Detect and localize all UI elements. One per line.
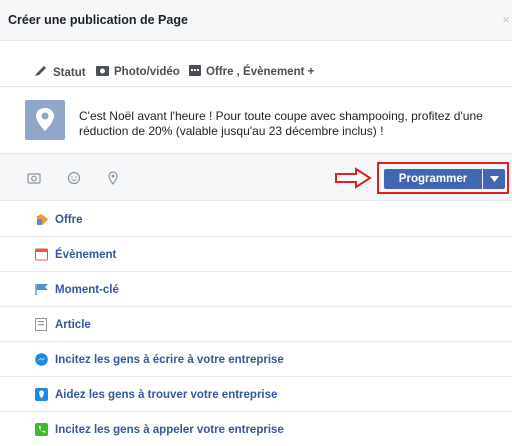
option-trouver[interactable]: Aidez les gens à trouver votre entrepris… xyxy=(0,379,512,412)
option-label: Évènement xyxy=(55,249,117,261)
schedule-highlight: Programmer xyxy=(377,162,509,194)
tab-label: Photo/vidéo xyxy=(114,66,180,78)
post-text-input[interactable]: C'est Noël avant l'heure ! Pour toute co… xyxy=(79,109,504,139)
post-composer: C'est Noël avant l'heure ! Pour toute co… xyxy=(0,87,512,152)
option-label: Incitez les gens à écrire à votre entrep… xyxy=(55,354,284,366)
option-label: Offre xyxy=(55,214,83,226)
phone-icon xyxy=(35,423,48,436)
pencil-icon xyxy=(34,65,48,80)
location-icon[interactable] xyxy=(106,171,120,185)
tab-offre-evenement[interactable]: Offre , Évènement + xyxy=(189,65,314,79)
tab-statut[interactable]: Statut xyxy=(34,65,86,80)
messenger-icon xyxy=(35,353,48,366)
option-label: Article xyxy=(55,319,91,331)
map-pin-icon xyxy=(35,388,48,401)
tab-photo-video[interactable]: Photo/vidéo xyxy=(96,65,180,79)
caret-down-icon xyxy=(489,176,499,182)
flag-icon xyxy=(35,283,48,296)
option-evenement[interactable]: Évènement xyxy=(0,239,512,272)
option-moment-cle[interactable]: Moment-clé xyxy=(0,274,512,307)
tab-label: Statut xyxy=(53,66,86,79)
schedule-button[interactable]: Programmer xyxy=(384,169,482,189)
location-pin-icon xyxy=(36,108,54,131)
smiley-icon[interactable] xyxy=(67,171,81,185)
camera-icon[interactable] xyxy=(27,171,41,185)
option-label: Aidez les gens à trouver votre entrepris… xyxy=(55,389,278,401)
dialog-header: Créer une publication de Page × xyxy=(0,0,512,41)
article-icon xyxy=(35,318,48,331)
post-type-tabs: Statut Photo/vidéo Offre , Évènement + xyxy=(0,56,512,87)
option-article[interactable]: Article xyxy=(0,309,512,342)
option-label: Incitez les gens à appeler votre entrepr… xyxy=(55,424,284,436)
close-icon[interactable]: × xyxy=(502,12,510,27)
option-ecrire[interactable]: Incitez les gens à écrire à votre entrep… xyxy=(0,344,512,377)
calendar-icon xyxy=(189,65,201,79)
schedule-dropdown-button[interactable] xyxy=(483,169,505,189)
option-label: Moment-clé xyxy=(55,284,119,296)
tab-label: Offre , Évènement + xyxy=(206,66,315,78)
dialog-title: Créer une publication de Page xyxy=(8,13,188,27)
camera-icon xyxy=(96,65,109,79)
arrow-right-icon xyxy=(334,167,374,194)
option-offre[interactable]: Offre xyxy=(0,204,512,237)
option-appeler[interactable]: Incitez les gens à appeler votre entrepr… xyxy=(0,414,512,446)
avatar xyxy=(25,100,65,140)
calendar-icon xyxy=(35,248,48,261)
offer-icon xyxy=(35,213,48,226)
composer-actions: Programmer xyxy=(0,153,512,201)
